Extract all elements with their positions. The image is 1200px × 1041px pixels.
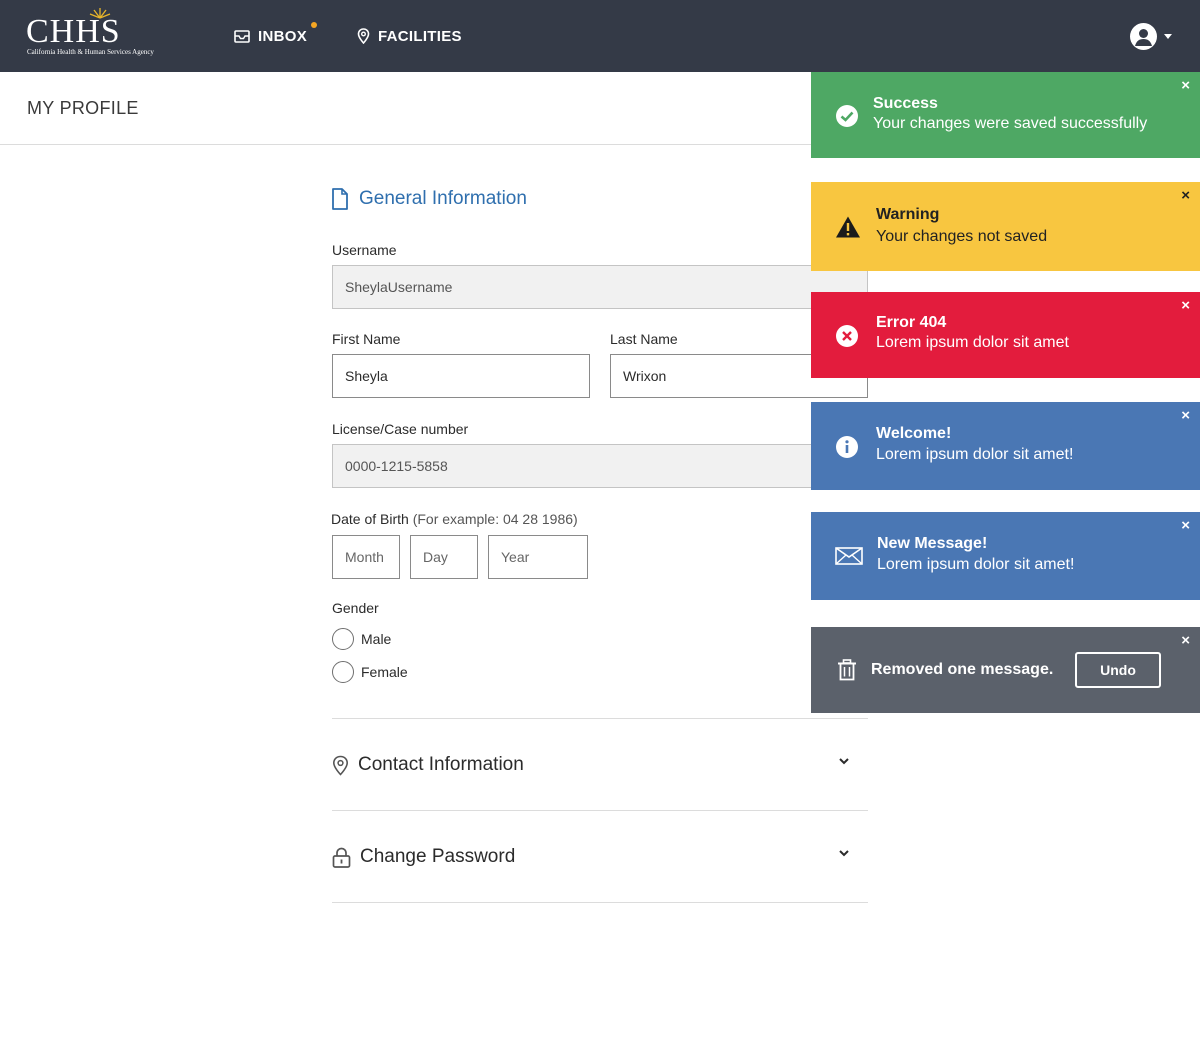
username-field: SheylaUsername [332,265,868,309]
close-icon[interactable]: × [1181,408,1190,424]
unread-indicator [311,22,318,28]
lock-icon [332,847,351,868]
nav-inbox-label: INBOX [258,27,308,45]
section-divider [332,810,868,811]
first-name-field[interactable]: Sheyla [332,354,590,398]
dob-label: Date of Birth [331,511,409,527]
radio-circle[interactable] [332,628,354,650]
logo-subtitle: California Health & Human Services Agenc… [27,48,154,56]
toast-removed: Removed one message. Undo × [811,627,1200,713]
section-divider [332,718,868,719]
nav-facilities-label: FACILITIES [378,27,462,45]
toast-title: Success [873,95,938,112]
toast-message: Removed one message. [871,661,1054,678]
change-password-accordion[interactable]: Change Password [332,837,868,877]
user-circle-icon [1130,23,1157,50]
close-icon[interactable]: × [1181,633,1190,649]
close-icon[interactable]: × [1181,188,1190,204]
chevron-down-icon [839,758,849,765]
chhs-logo[interactable]: CHHS California Health & Human Services … [26,8,154,59]
document-icon [332,188,348,210]
dob-label-group: Date of Birth (For example: 04 28 1986) [331,511,578,527]
radio-circle[interactable] [332,661,354,683]
toast-title: New Message! [877,535,988,552]
nav-facilities[interactable]: FACILITIES [357,24,462,48]
toast-warning: Warning Your changes not saved × [811,182,1200,271]
warning-triangle-icon [836,216,860,238]
close-icon[interactable]: × [1181,298,1190,314]
info-circle-icon [836,436,858,458]
license-field: 0000-1215-5858 [332,444,868,488]
undo-button[interactable]: Undo [1075,652,1161,688]
accordion-title: Change Password [360,846,516,867]
last-name-label: Last Name [610,331,678,347]
close-icon[interactable]: × [1181,518,1190,534]
chevron-down-icon [839,850,849,857]
toast-message: Lorem ipsum dolor sit amet! [876,446,1074,463]
radio-label: Male [361,631,392,647]
toast-message: Lorem ipsum dolor sit amet [876,334,1069,351]
check-circle-icon [836,105,858,127]
gender-radio-female[interactable]: Female [332,661,408,683]
top-navigation-bar: CHHS California Health & Human Services … [0,0,1200,72]
envelope-icon [835,547,863,565]
gender-label: Gender [332,600,379,616]
radio-label: Female [361,664,408,680]
nav-inbox[interactable]: INBOX [234,22,318,48]
toast-message: Lorem ipsum dolor sit amet! [877,556,1075,573]
toast-error: Error 404 Lorem ipsum dolor sit amet × [811,292,1200,378]
toast-info: Welcome! Lorem ipsum dolor sit amet! × [811,402,1200,490]
error-circle-icon [836,325,858,347]
page-title: MY PROFILE [27,98,139,118]
gender-radio-male[interactable]: Male [332,628,391,650]
user-menu[interactable] [1130,23,1172,50]
dob-day-input[interactable]: Day [410,535,478,579]
section-title: General Information [359,188,527,209]
caret-down-icon [1164,34,1172,39]
toast-title: Welcome! [876,425,952,442]
toast-success: Success Your changes were saved successf… [811,72,1200,158]
first-name-label: First Name [332,331,401,347]
toast-title: Warning [876,206,940,223]
trash-icon [838,659,856,681]
dob-hint: (For example: 04 28 1986) [412,511,578,527]
general-information-heading: General Information [331,188,527,210]
toast-new-message: New Message! Lorem ipsum dolor sit amet!… [811,512,1200,600]
inbox-icon [234,29,250,43]
contact-information-accordion[interactable]: Contact Information [332,745,868,785]
dob-year-input[interactable]: Year [488,535,588,579]
map-pin-icon [357,28,370,44]
dob-month-input[interactable]: Month [332,535,400,579]
logo-text: CHHS [26,13,121,50]
accordion-title: Contact Information [358,754,524,775]
section-divider [332,902,868,903]
toast-title: Error 404 [876,314,947,331]
map-pin-icon [332,755,349,776]
toast-message: Your changes not saved [876,228,1048,245]
username-label: Username [332,242,397,258]
license-label: License/Case number [332,421,469,437]
toast-message: Your changes were saved successfully [873,115,1148,132]
close-icon[interactable]: × [1181,78,1190,94]
